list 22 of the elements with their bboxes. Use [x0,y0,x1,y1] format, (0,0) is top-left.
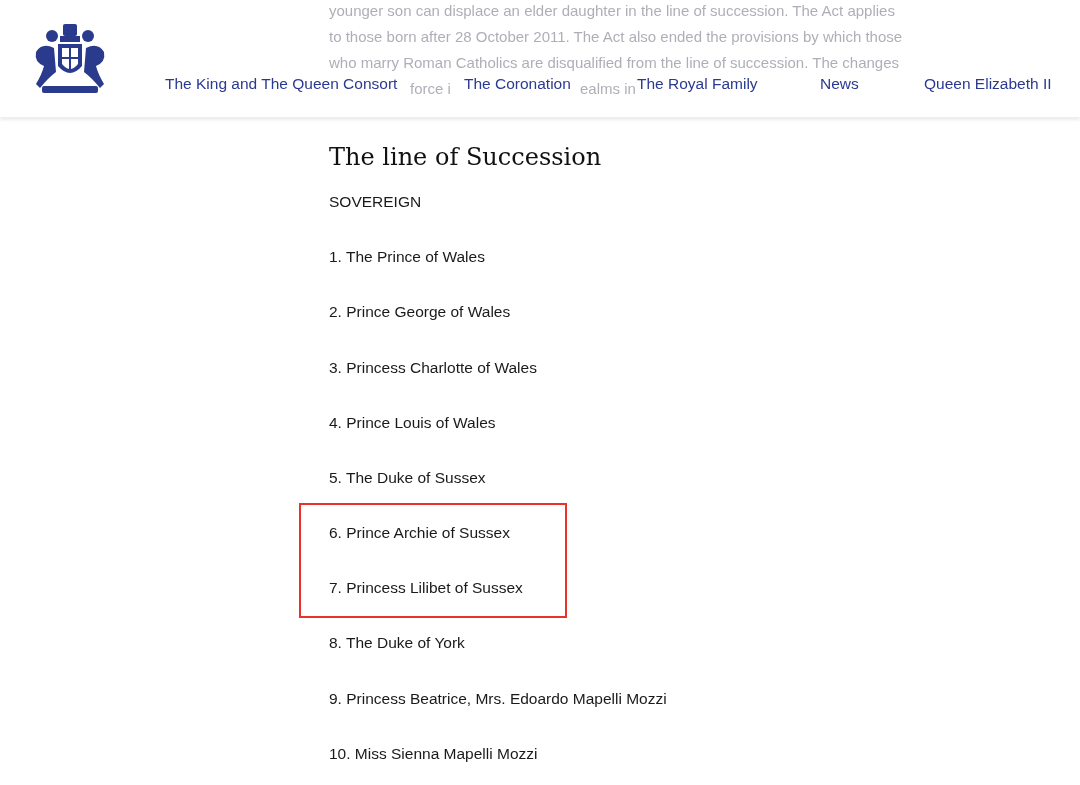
succession-entry: 9. Princess Beatrice, Mrs. Edoardo Mapelli Mozzi [329,688,667,709]
succession-entry: 2. Prince George of Wales [329,302,511,323]
paragraph-fragment: force i [410,79,451,99]
succession-entry: 6. Prince Archie of Sussex [329,523,510,544]
succession-entry: 4. Prince Louis of Wales [329,412,496,433]
paragraph-line: to those born after 28 October 2011. The Act also ended the provisions by which those [329,27,904,47]
succession-entry: 10. Miss Sienna Mapelli Mozzi [329,743,538,764]
succession-entry: 7. Princess Lilibet of Sussex [329,578,523,599]
paragraph-line: younger son can displace an elder daughter in the line of succession. The Act applies [329,1,896,21]
paragraph-fragment: ealms in [580,79,636,99]
nav-link[interactable]: The King and The Queen Consort [165,72,398,96]
nav-link[interactable]: The Royal Family [637,72,758,96]
nav-link[interactable]: The Coronation [464,72,571,96]
sovereign-label: SOVEREIGN [329,191,422,212]
succession-entry: 5. The Duke of Sussex [329,467,486,488]
succession-entry: 8. The Duke of York [329,633,465,654]
paragraph-line: who marry Roman Catholics are disqualified from the line of succession. The changes [329,53,900,73]
succession-entry: 1. The Prince of Wales [329,247,485,268]
nav-link[interactable]: News [820,72,859,96]
succession-entry: 3. Princess Charlotte of Wales [329,357,537,378]
section-heading: The line of Succession [329,142,603,173]
nav-link[interactable]: Queen Elizabeth II [924,72,1052,96]
